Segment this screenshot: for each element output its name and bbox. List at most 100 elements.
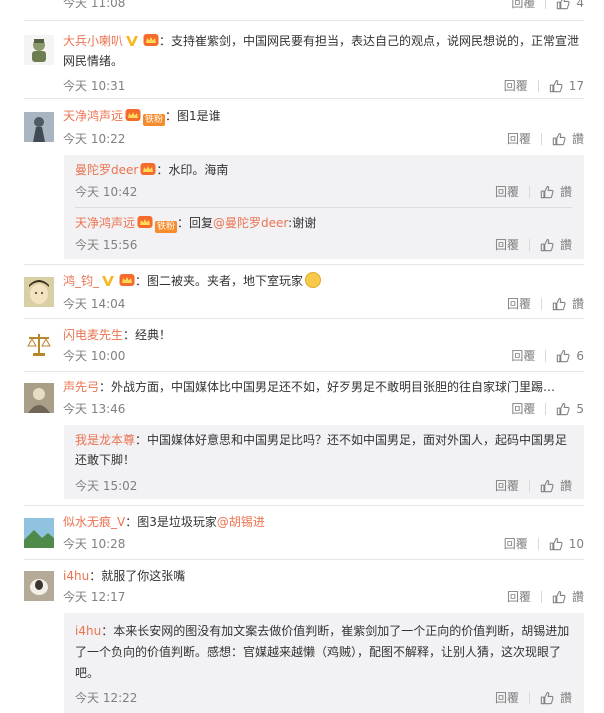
thumb-up-icon [540, 185, 554, 199]
comment-time: 今天 10:22 [63, 132, 126, 146]
reply-button[interactable]: 回覆 [511, 350, 547, 362]
vip-v-icon [101, 273, 117, 287]
thumb-up-icon [540, 479, 554, 493]
like-count: 17 [568, 79, 584, 93]
divider [24, 20, 584, 21]
username-link[interactable]: 似水无痕_V [63, 515, 125, 529]
reply-button[interactable]: 回覆 [504, 538, 539, 550]
statue-avatar-icon [24, 112, 54, 142]
like-button[interactable]: 讚 [552, 588, 584, 606]
username-link[interactable]: i4hu [75, 624, 101, 638]
comment-actions: 回覆 4 [511, 0, 584, 12]
comment-body: i4hu：就服了你这张嘴 [63, 566, 584, 586]
divider [24, 371, 584, 372]
thumb-up-icon [540, 238, 554, 252]
like-button[interactable]: 讚 [540, 477, 572, 495]
username-link[interactable]: 曼陀罗deer [75, 163, 138, 177]
comment-actions: 回覆 讚 [507, 588, 584, 606]
reply-button[interactable]: 回覆 [495, 186, 530, 198]
sheep-avatar-icon [24, 571, 54, 601]
reply-text: ：中国媒体好意思和中国男足比吗？还不如中国男足，面对外国人，起码中国男足还敢下脚… [75, 433, 568, 467]
divider [24, 98, 584, 99]
reply-thread: 曼陀罗deer ：水印。海南 今天 10:42 回覆 讚 天净鸿声远 铁粉 ：回复@曼… [64, 155, 584, 259]
member-crown-icon [137, 215, 153, 229]
avatar[interactable] [24, 277, 54, 307]
comment-actions: 回覆 10 [504, 535, 584, 553]
reply-button[interactable]: 回覆 [495, 239, 530, 251]
username-link[interactable]: 天净鸿声远 [63, 109, 123, 123]
avatar[interactable] [24, 112, 54, 142]
like-button[interactable]: 讚 [540, 183, 572, 201]
reply-button[interactable]: 回覆 [507, 298, 542, 310]
divider [24, 264, 584, 265]
reply-time: 今天 12:22 [75, 691, 138, 705]
thumb-up-icon [552, 590, 566, 604]
comment-text: ：外战方面，中国媒体比中国男足还不如，好歹男足不敢明目张胆的往自家球门里踢… [99, 380, 556, 394]
comment-actions: 回覆 讚 [507, 130, 584, 148]
member-crown-icon [119, 273, 135, 287]
avatar[interactable] [24, 329, 54, 359]
reply-button[interactable]: 回覆 [507, 133, 542, 145]
username-link[interactable]: 大兵小喇叭 [63, 34, 123, 48]
like-button[interactable]: 讚 [552, 295, 584, 313]
reply-button[interactable]: 回覆 [495, 480, 530, 492]
username-link[interactable]: i4hu [63, 569, 89, 583]
comment-text: ：图二被夹。夹者，地下室玩家 [135, 274, 304, 288]
comment-body: 声先弓：外战方面，中国媒体比中国男足还不如，好歹男足不敢明目张胆的往自家球门里踢… [63, 377, 584, 397]
reply-actions: 回覆 讚 [495, 689, 572, 707]
thumb-up-icon [552, 297, 566, 311]
comment-item: 今天 11:08 回覆 4 [0, 0, 604, 20]
reply-body: 曼陀罗deer ：水印。海南 [75, 160, 572, 180]
like-label: 讚 [559, 691, 572, 705]
like-label: 讚 [571, 132, 584, 146]
like-button[interactable]: 讚 [552, 130, 584, 148]
reply-body: 天净鸿声远 铁粉 ：回复@曼陀罗deer:谢谢 [75, 213, 572, 233]
comment-actions: 回覆 讚 [507, 295, 584, 313]
like-button[interactable]: 讚 [540, 236, 572, 254]
cartoon-face-avatar-icon [24, 277, 54, 307]
reply-actions: 回覆 讚 [495, 183, 572, 201]
reply-button[interactable]: 回覆 [511, 403, 547, 415]
landscape-avatar-icon [24, 518, 54, 548]
mention-link[interactable]: @曼陀罗deer [213, 216, 288, 230]
username-link[interactable]: 闪电麦先生 [63, 328, 123, 342]
like-button[interactable]: 17 [549, 77, 584, 95]
like-count: 6 [576, 349, 584, 363]
reply-button[interactable]: 回覆 [504, 80, 539, 92]
mention-link[interactable]: @胡锡进 [217, 515, 265, 529]
username-link[interactable]: 鸿_钧_ [63, 274, 99, 288]
reply-text: ：本来长安网的图没有加文案去做价值判断，崔紫剑加了一个正向的价值判断，胡锡进加了… [75, 624, 570, 680]
avatar[interactable] [24, 35, 54, 65]
divider [24, 559, 584, 560]
like-label: 讚 [571, 297, 584, 311]
reply-thread: i4hu：本来长安网的图没有加文案去做价值判断，崔紫剑加了一个正向的价值判断，胡… [64, 613, 584, 713]
reply-button[interactable]: 回覆 [495, 692, 530, 704]
username-link[interactable]: 声先弓 [63, 380, 99, 394]
reply-text: ：回复 [177, 216, 214, 230]
avatar[interactable] [24, 383, 54, 413]
reply-text: ：水印。海南 [156, 163, 229, 177]
comment-time: 今天 10:31 [63, 79, 126, 93]
thumb-up-icon [552, 132, 566, 146]
like-button[interactable]: 5 [556, 400, 584, 418]
reply-button[interactable]: 回覆 [511, 0, 547, 9]
comment-actions: 回覆 17 [504, 77, 584, 95]
reply-button[interactable]: 回覆 [507, 591, 542, 603]
fan-badge: 铁粉 [155, 221, 178, 233]
thumb-up-icon [556, 349, 570, 363]
comment-time: 今天 12:17 [63, 590, 126, 604]
avatar[interactable] [24, 571, 54, 601]
reply-body: 我是龙本尊：中国媒体好意思和中国男足比吗？还不如中国男足，面对外国人，起码中国男… [75, 430, 572, 470]
reply-body: i4hu：本来长安网的图没有加文案去做价值判断，崔紫剑加了一个正向的价值判断，胡… [75, 621, 572, 684]
like-button[interactable]: 讚 [540, 689, 572, 707]
comment-time: 今天 10:28 [63, 537, 126, 551]
username-link[interactable]: 我是龙本尊 [75, 433, 135, 447]
portrait-avatar-icon [24, 383, 54, 413]
like-button[interactable]: 6 [556, 347, 584, 365]
username-link[interactable]: 天净鸿声远 [75, 216, 135, 230]
avatar[interactable] [24, 518, 54, 548]
thumb-up-icon [540, 691, 554, 705]
member-crown-icon [140, 162, 156, 176]
like-button[interactable]: 4 [556, 0, 584, 12]
like-button[interactable]: 10 [549, 535, 584, 553]
